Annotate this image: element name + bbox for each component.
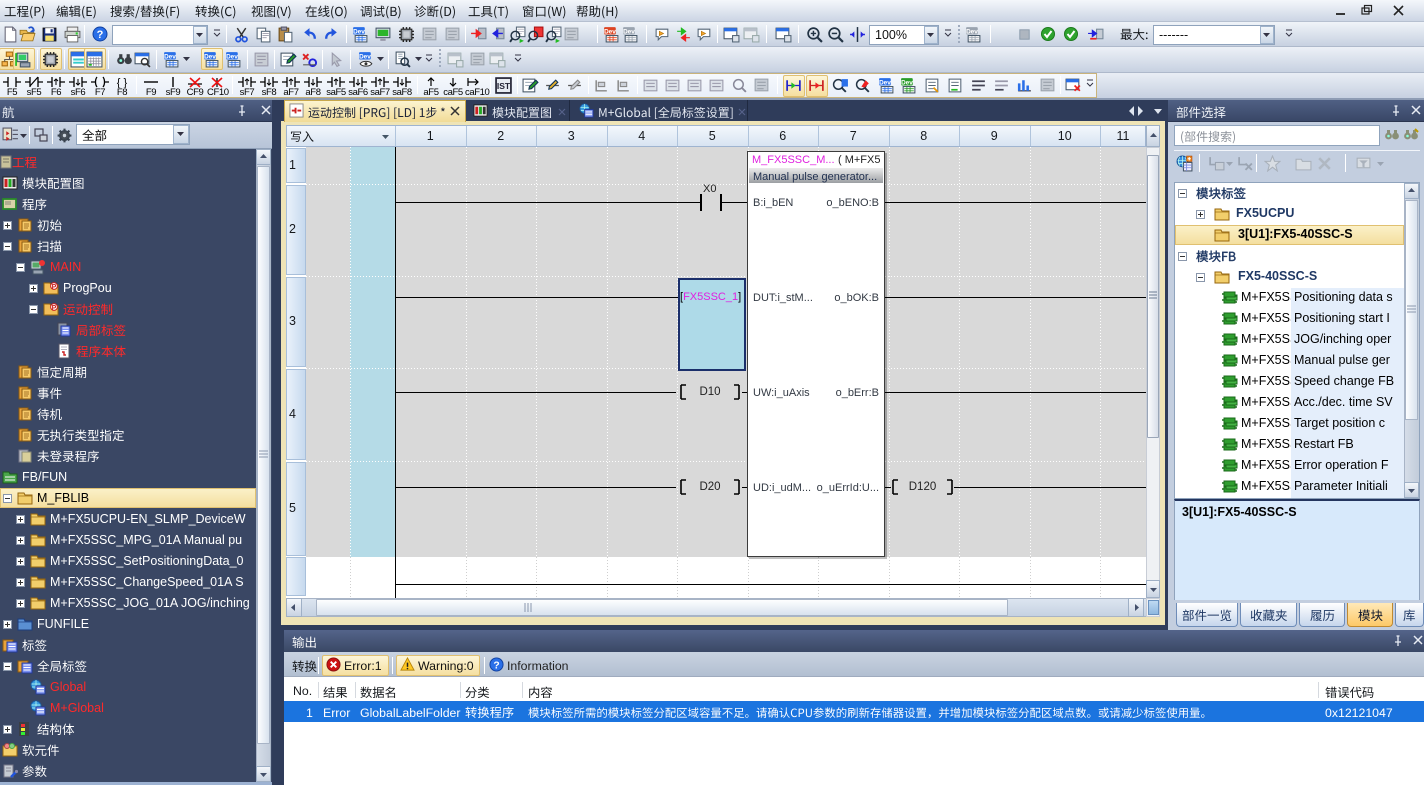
svg-text:IST: IST xyxy=(497,81,511,91)
svg-text:Dev: Dev xyxy=(966,28,978,35)
svg-text:Dev: Dev xyxy=(204,53,216,60)
svg-text:P: P xyxy=(52,284,57,291)
svg-text:Dev: Dev xyxy=(226,53,238,60)
svg-text:P: P xyxy=(52,305,57,312)
svg-text:?: ? xyxy=(493,660,499,671)
svg-text:Dev: Dev xyxy=(359,53,371,60)
svg-text:Dev: Dev xyxy=(353,28,365,35)
svg-text:?: ? xyxy=(97,29,104,41)
svg-text:Dev: Dev xyxy=(623,28,635,35)
svg-text:Dev: Dev xyxy=(879,79,891,86)
svg-text:Dev: Dev xyxy=(604,28,616,35)
svg-text:Dev: Dev xyxy=(901,79,913,86)
svg-text:Dev: Dev xyxy=(164,53,176,60)
